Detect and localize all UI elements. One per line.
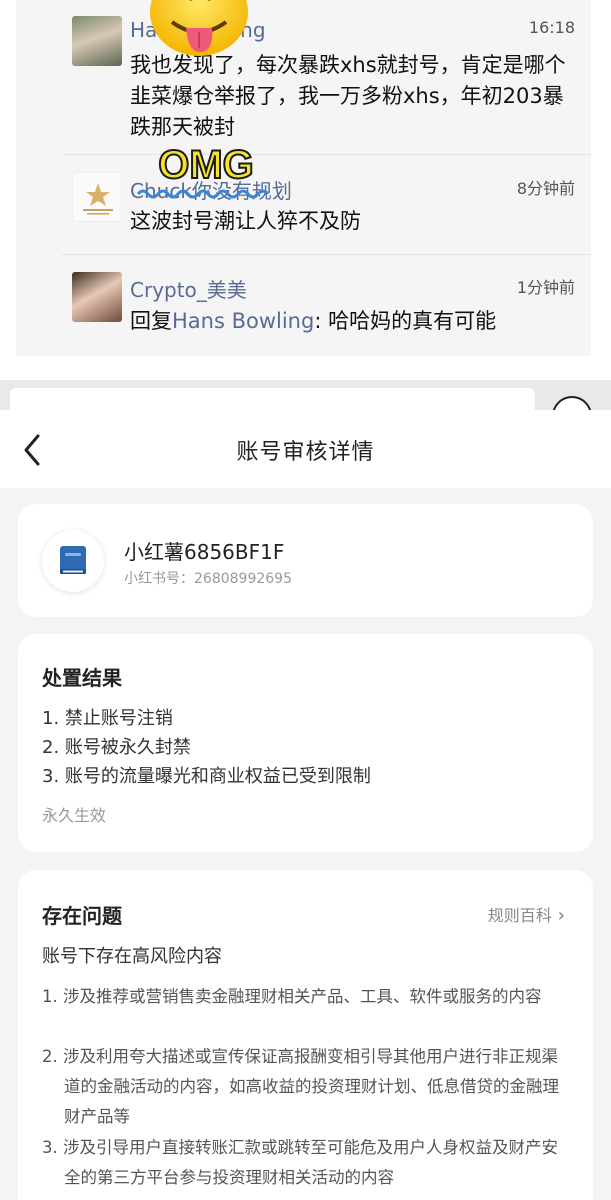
partial-card [10,388,535,410]
omg-text: OMG [158,143,254,187]
book-icon [60,546,86,574]
comment-author[interactable]: Crypto_美美 [130,274,247,303]
account-card: 小红薯6856BF1F 小红书号：26808992695 [18,504,593,617]
issue-item: 1. 涉及推荐或营销售卖金融理财相关产品、工具、软件或服务的内容 [42,987,542,1006]
result-item: 3. 账号的流量曝光和商业权益已受到限制 [42,766,371,787]
comment-panel: Hans Bowling 16:18 我也发现了，每次暴跌xhs就封号，肯定是哪… [16,0,591,356]
comment-screenshot: Hans Bowling 16:18 我也发现了，每次暴跌xhs就封号，肯定是哪… [0,0,611,380]
reply-text: : 哈哈妈的真有可能 [314,309,497,333]
comment-item: Crypto_美美 1分钟前 回复Hans Bowling: 哈哈妈的真有可能 [16,260,591,350]
section-title: 存在问题 [42,904,122,928]
divider [62,254,591,255]
account-name: 小红薯6856BF1F [124,540,285,564]
chevron-right-icon: › [557,905,565,926]
result-card: 处置结果 1. 禁止账号注销 2. 账号被永久封禁 3. 账号的流量曝光和商业权… [18,634,593,852]
result-item: 2. 账号被永久封禁 [42,737,191,758]
account-id: 小红书号：26808992695 [124,571,292,587]
reply-prefix: 回复 [130,309,172,333]
avatar[interactable] [72,172,122,222]
comment-item: Hans Bowling 16:18 我也发现了，每次暴跌xhs就封号，肯定是哪… [16,0,591,150]
effect-duration: 永久生效 [42,806,107,825]
avatar[interactable] [72,16,122,66]
screenshot-separator [0,380,611,436]
issue-subtitle: 账号下存在高风险内容 [42,946,222,967]
comment-time: 16:18 [528,18,575,37]
issue-item: 3. 涉及引导用户直接转账汇款或跳转至可能危及用户人身权益及财产安全的第三方平台… [42,1138,558,1187]
section-title: 处置结果 [42,666,122,690]
comment-text: 这波封号潮让人猝不及防 [130,209,361,233]
page-title: 账号审核详情 [236,440,375,465]
tongue-emoji-icon [150,0,248,56]
result-item: 1. 禁止账号注销 [42,708,173,729]
account-avatar [42,530,104,592]
rules-link-label: 规则百科 [487,906,552,925]
comment-time: 8分钟前 [516,179,575,198]
comment-time: 1分钟前 [516,278,575,297]
issue-item: 2. 涉及利用夸大描述或宣传保证高报酬变相引导其他用户进行非正规渠道的金融活动的… [42,1047,559,1126]
avatar[interactable] [72,272,122,322]
star-logo-icon [83,183,113,215]
comment-text: 我也发现了，每次暴跌xhs就封号，肯定是哪个韭菜爆仓举报了，我一万多粉xhs，年… [130,53,566,139]
issues-card: 存在问题 规则百科 › 账号下存在高风险内容 1. 涉及推荐或营销售卖金融理财相关… [18,870,593,1200]
reply-mention[interactable]: Hans Bowling [172,309,314,333]
nav-bar: 账号审核详情 [0,410,611,488]
comment-item: Chuck你没有规划 8分钟前 这波封号潮让人猝不及防 [16,160,591,250]
omg-sticker: OMG [136,142,270,199]
rules-wiki-link[interactable]: 规则百科 › [488,902,565,926]
comment-text: 回复Hans Bowling: 哈哈妈的真有可能 [130,306,575,337]
